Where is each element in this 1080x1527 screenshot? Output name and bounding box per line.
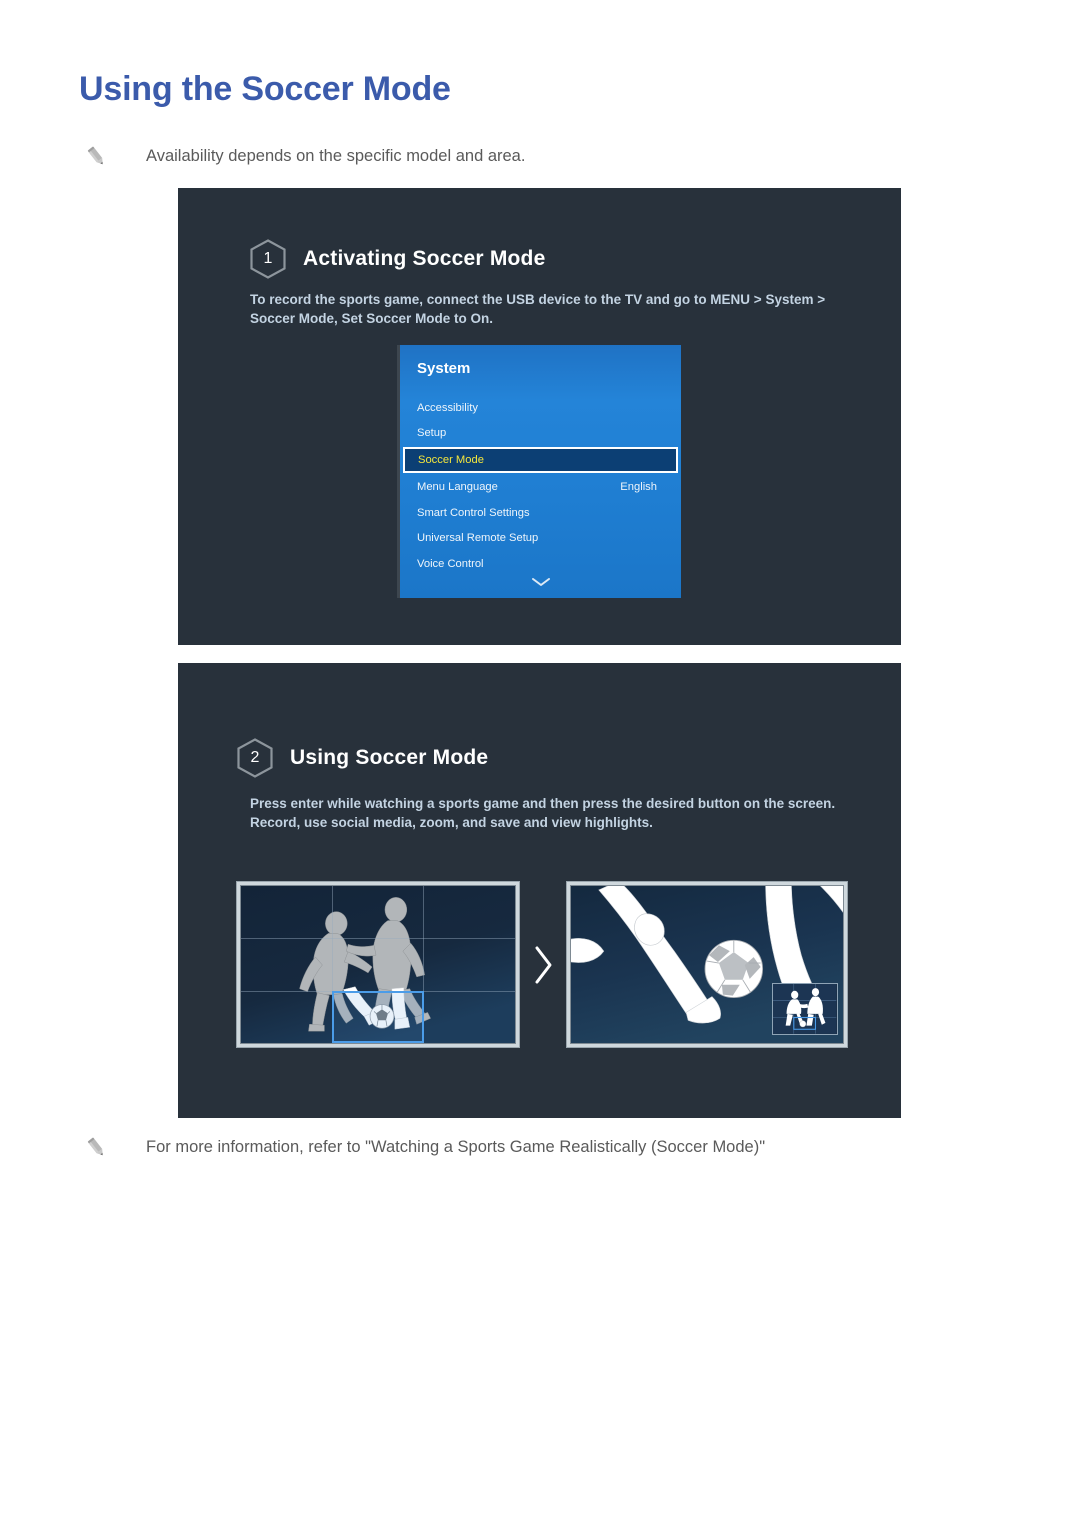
step-2-number: 2 [250, 749, 260, 766]
step-2-header: 2 Using Soccer Mode [237, 738, 488, 778]
menu-item-label: Universal Remote Setup [417, 532, 539, 545]
menu-item-label: Menu Language [417, 480, 498, 493]
grid-line-horizontal-1 [241, 938, 515, 940]
tv-menu-title: System [417, 360, 471, 377]
zoomed-view-screen [566, 881, 848, 1048]
menu-item-accessibility[interactable]: Accessibility [400, 395, 681, 421]
note-more-information-text: For more information, refer to "Watching… [146, 1138, 766, 1156]
tv-system-menu: System Accessibility Setup Soccer Mode M… [400, 345, 681, 598]
note-availability-text: Availability depends on the specific mod… [146, 147, 526, 165]
step-1-number: 1 [263, 250, 273, 267]
menu-item-smart-control-settings[interactable]: Smart Control Settings [400, 500, 681, 526]
menu-item-label: Accessibility [417, 401, 478, 414]
step-2-description: Press enter while watching a sports game… [250, 796, 836, 830]
note-availability: Availability depends on the specific mod… [84, 144, 525, 169]
menu-item-value: English [620, 480, 657, 493]
full-view-screen-inner [240, 885, 516, 1044]
menu-item-soccer-mode[interactable]: Soccer Mode [403, 447, 678, 474]
page-title: Using the Soccer Mode [79, 70, 451, 108]
menu-item-label: Soccer Mode [418, 454, 484, 467]
menu-item-menu-language[interactable]: Menu Language English [400, 474, 681, 500]
hexagon-badge-2: 2 [237, 738, 273, 778]
pencil-icon [84, 1136, 110, 1160]
pencil-icon [84, 145, 110, 169]
step-1-header: 1 Activating Soccer Mode [250, 239, 545, 279]
menu-item-universal-remote-setup[interactable]: Universal Remote Setup [400, 525, 681, 551]
menu-item-voice-control[interactable]: Voice Control [400, 551, 681, 577]
pip-illustration [773, 984, 837, 1035]
tv-menu-list: Accessibility Setup Soccer Mode Menu Lan… [400, 395, 681, 577]
menu-item-label: Smart Control Settings [417, 506, 530, 519]
chevron-right-icon [528, 938, 558, 992]
hexagon-badge-1: 1 [250, 239, 286, 279]
step-2-title: Using Soccer Mode [290, 746, 489, 769]
picture-in-picture-thumbnail[interactable] [772, 983, 838, 1036]
full-view-screen [236, 881, 520, 1048]
soccer-ball-icon [704, 939, 764, 999]
chevron-down-icon[interactable] [400, 576, 681, 588]
menu-item-setup[interactable]: Setup [400, 421, 681, 447]
zoomed-view-screen-inner [570, 885, 844, 1044]
zoom-selection-box[interactable] [332, 990, 424, 1043]
menu-item-label: Setup [417, 427, 447, 440]
menu-item-label: Voice Control [417, 557, 484, 570]
step-1-description: To record the sports game, connect the U… [250, 292, 826, 326]
step-1-title: Activating Soccer Mode [303, 247, 546, 270]
note-more-information: For more information, refer to "Watching… [84, 1135, 765, 1160]
